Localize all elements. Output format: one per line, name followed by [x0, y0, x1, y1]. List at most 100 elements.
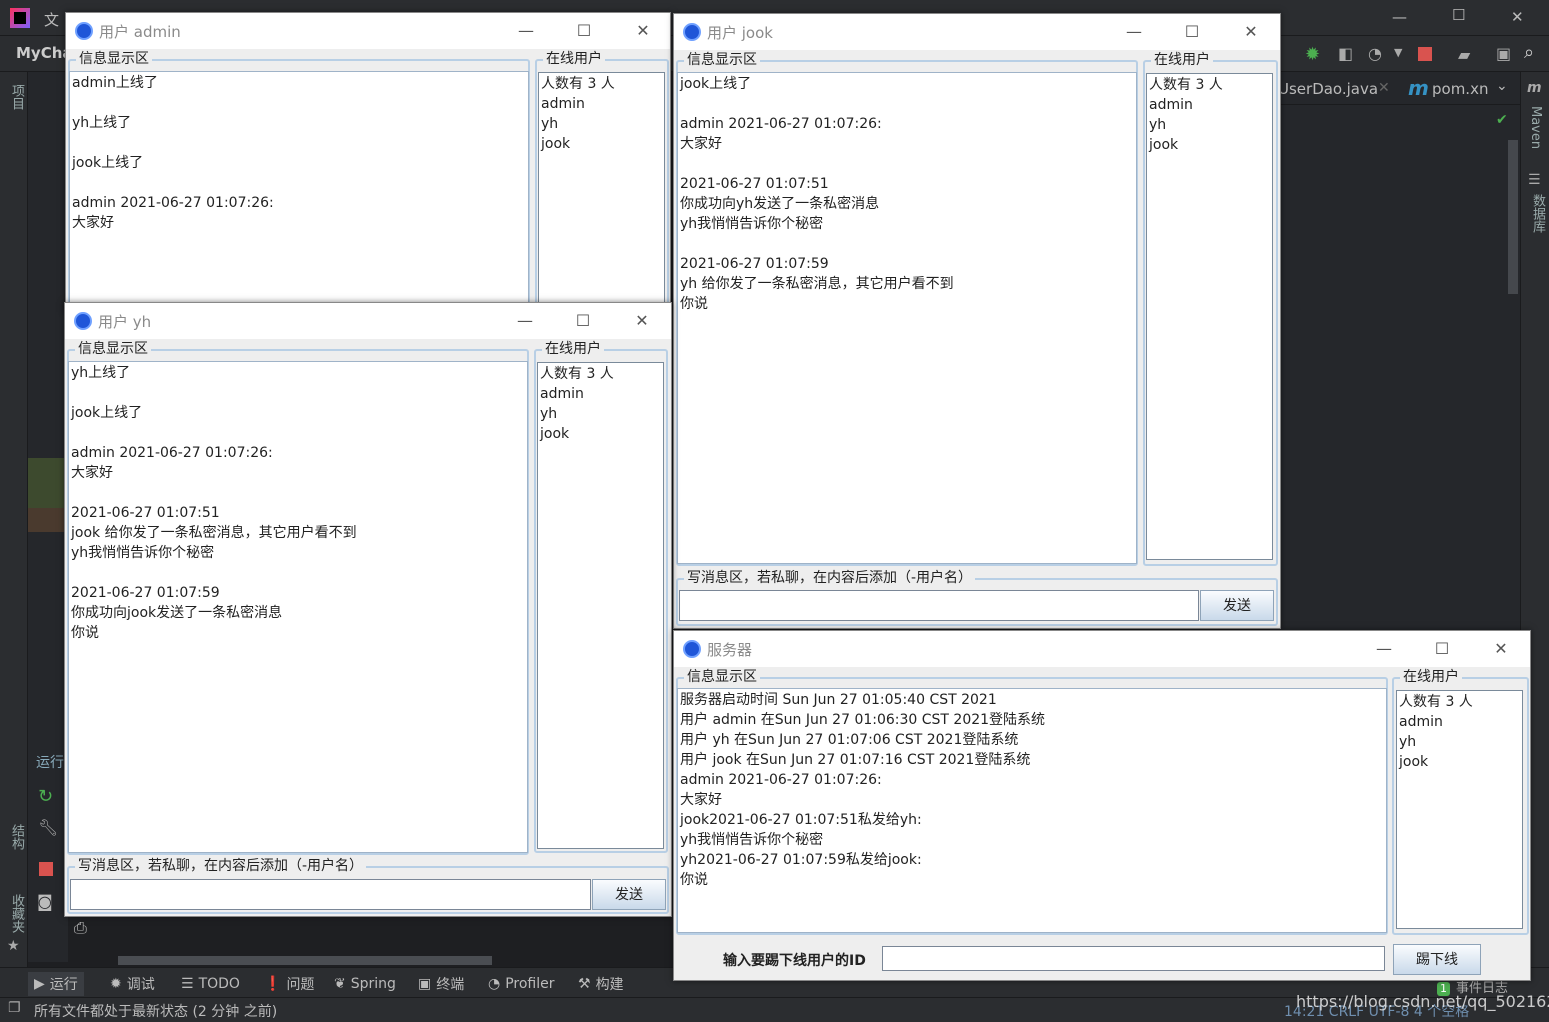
close-button[interactable]: ✕ [631, 19, 655, 43]
camera-icon[interactable]: ◙ [37, 892, 53, 911]
maximize-button[interactable]: ☐ [572, 19, 596, 43]
search-icon[interactable]: ⌕ [1524, 42, 1534, 63]
online-count: 人数有 3 人 [1399, 694, 1473, 710]
list-item[interactable]: admin [1399, 712, 1520, 732]
tab-build[interactable]: ⚒ 构建 [572, 972, 630, 996]
message-display[interactable]: yh上线了 jook上线了 admin 2021-06-27 01:07:26:… [68, 361, 528, 853]
send-button[interactable]: 发送 [592, 879, 666, 910]
list-item[interactable]: jook [540, 424, 661, 444]
info-label: 信息显示区 [684, 668, 760, 686]
project-structure-icon[interactable]: ▰ [1458, 45, 1470, 64]
tab-spring[interactable]: ❦ Spring [328, 972, 402, 996]
info-label: 信息显示区 [75, 340, 151, 358]
status-message: 所有文件都处于最新状态 (2 分钟 之前) [34, 1004, 278, 1020]
online-label: 在线用户 [543, 50, 605, 68]
ide-close[interactable]: ✕ [1511, 8, 1524, 26]
message-display[interactable]: admin上线了 yh上线了 jook上线了 admin 2021-06-27 … [69, 71, 529, 311]
online-user-list[interactable]: 人数有 3 人 admin yh jook [538, 72, 665, 312]
editor-tab-pom[interactable]: pom.xn [1432, 80, 1488, 98]
online-label: 在线用户 [1151, 51, 1213, 69]
maximize-button[interactable]: ☐ [571, 309, 595, 333]
menu-file[interactable]: 文 [44, 9, 59, 30]
list-item[interactable]: yh [540, 404, 661, 424]
tab-maven[interactable]: Maven [1528, 106, 1543, 149]
tab-database[interactable]: 数据库 [1528, 194, 1547, 233]
dropdown-icon[interactable]: ▼ [1394, 46, 1402, 59]
online-user-list[interactable]: 人数有 3 人 admin yh jook [537, 362, 664, 849]
minimize-button[interactable]: — [514, 19, 538, 43]
tab-problems[interactable]: ❗ 问题 [258, 972, 320, 996]
online-user-list[interactable]: 人数有 3 人 admin yh jook [1396, 690, 1523, 929]
stop-icon[interactable] [39, 862, 53, 876]
tab-profiler[interactable]: ◔ Profiler [482, 972, 561, 996]
print-icon[interactable]: ⎙ [74, 918, 87, 938]
run-window-icon[interactable]: ▣ [1496, 44, 1511, 63]
editor-scrollbar[interactable] [1508, 140, 1518, 294]
coverage-icon[interactable]: ◧ [1338, 44, 1353, 63]
settings-wrench-icon[interactable]: 🔧︎ [38, 818, 58, 837]
chevron-down-icon[interactable]: ⌄ [1496, 78, 1508, 94]
list-item[interactable]: admin [1149, 95, 1270, 115]
minimize-button[interactable]: — [513, 309, 537, 333]
list-item[interactable]: admin [541, 94, 662, 114]
message-input[interactable] [679, 590, 1199, 621]
message-display[interactable]: jook上线了 admin 2021-06-27 01:07:26: 大家好 2… [677, 72, 1137, 564]
check-icon: ✔ [1496, 112, 1508, 128]
close-tab-icon[interactable]: ✕ [1378, 80, 1390, 96]
list-item[interactable]: yh [1149, 115, 1270, 135]
list-icon: ☰ [181, 976, 194, 992]
editor-tab-userdao[interactable]: UserDao.java [1278, 80, 1378, 98]
star-icon: ★ [7, 938, 20, 954]
watermark: https://blog.csdn.net/qq_50216270 [1296, 992, 1549, 1011]
tab-project[interactable]: 项目 [7, 84, 26, 110]
debug-icon[interactable]: ✹ [1305, 44, 1320, 65]
close-button[interactable]: ✕ [630, 309, 654, 333]
left-tool-strip: 项目 结构 收藏夹 ★ [0, 72, 28, 992]
window-title: 服务器 [707, 640, 753, 659]
list-item[interactable]: yh [541, 114, 662, 134]
profiler-icon: ◔ [488, 976, 501, 992]
tab-debug[interactable]: ✹ 调试 [104, 972, 161, 996]
run-icon: ▶ [34, 976, 45, 992]
list-item[interactable]: admin [540, 384, 661, 404]
maximize-button[interactable]: ☐ [1180, 20, 1204, 44]
tab-label: 问题 [286, 977, 315, 993]
diff-marker [28, 508, 64, 532]
tab-todo[interactable]: ☰ TODO [175, 972, 246, 996]
minimize-button[interactable]: — [1122, 20, 1146, 44]
tab-label: Profiler [505, 976, 555, 992]
minimize-button[interactable]: — [1372, 637, 1396, 661]
online-count: 人数有 3 人 [1149, 77, 1223, 93]
profiler-icon[interactable]: ◔ [1368, 44, 1382, 63]
run-tool-title: 运行 [36, 755, 64, 771]
diff-marker [28, 458, 64, 508]
tab-run[interactable]: ▶ 运行 [28, 972, 84, 996]
online-count: 人数有 3 人 [541, 76, 615, 92]
close-button[interactable]: ✕ [1239, 20, 1263, 44]
info-label: 信息显示区 [684, 51, 760, 69]
tab-label: 构建 [595, 977, 624, 993]
rerun-icon[interactable]: ↻ [38, 786, 53, 807]
close-button[interactable]: ✕ [1489, 637, 1513, 661]
list-item[interactable]: jook [1149, 135, 1270, 155]
window-title: 用户 yh [98, 312, 152, 331]
tab-terminal[interactable]: ▣ 终端 [412, 972, 470, 996]
horizontal-scrollbar[interactable] [118, 956, 492, 965]
maximize-button[interactable]: ☐ [1430, 637, 1454, 661]
ide-minimize[interactable]: — [1392, 8, 1407, 26]
online-user-list[interactable]: 人数有 3 人 admin yh jook [1146, 73, 1273, 560]
tab-favorites[interactable]: 收藏夹 [7, 894, 26, 933]
info-label: 信息显示区 [76, 50, 152, 68]
send-button[interactable]: 发送 [1200, 590, 1274, 621]
list-item[interactable]: yh [1399, 732, 1520, 752]
list-item[interactable]: jook [541, 134, 662, 154]
server-log[interactable]: 服务器启动时间 Sun Jun 27 01:05:40 CST 2021 用户 … [677, 688, 1387, 933]
stop-icon[interactable] [1418, 47, 1432, 61]
kick-button[interactable]: 踢下线 [1393, 944, 1481, 975]
list-item[interactable]: jook [1399, 752, 1520, 772]
kick-user-id-input[interactable] [882, 946, 1385, 971]
tab-structure[interactable]: 结构 [7, 824, 26, 850]
ide-maximize[interactable]: ☐ [1452, 6, 1465, 24]
server-window: 服务器 — ☐ ✕ 信息显示区 服务器启动时间 Sun Jun 27 01:05… [673, 630, 1531, 981]
message-input[interactable] [70, 879, 591, 910]
